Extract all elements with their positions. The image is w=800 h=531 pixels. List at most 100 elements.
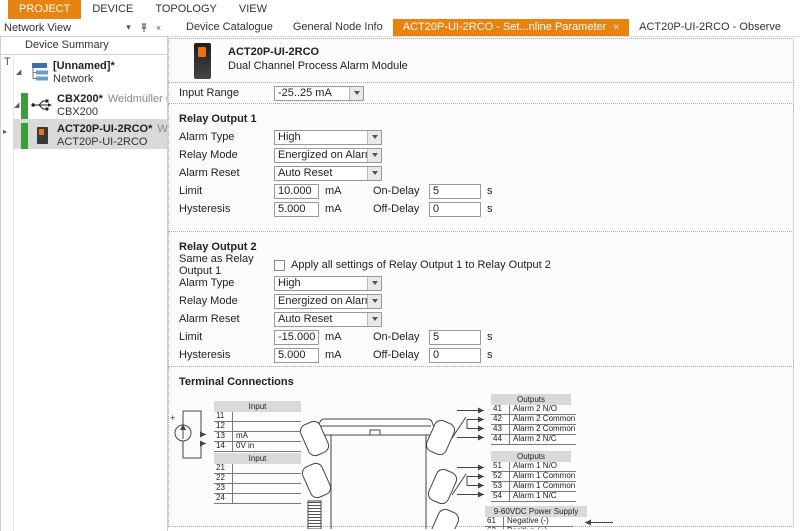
pin-number: 41 xyxy=(491,405,510,414)
status-bar-green xyxy=(21,123,28,149)
select-button[interactable] xyxy=(367,167,381,180)
menu-project[interactable]: PROJECT xyxy=(8,0,81,19)
tab-device-catalogue[interactable]: Device Catalogue xyxy=(176,19,283,36)
relay1-hysteresis-input[interactable] xyxy=(274,202,319,217)
input-table-2: Input 21 22 23 24 xyxy=(214,453,301,504)
menu-view[interactable]: VIEW xyxy=(228,0,278,19)
pin-label xyxy=(233,464,236,473)
tab-close-icon[interactable]: × xyxy=(613,19,619,36)
relay2-off-delay-input[interactable] xyxy=(429,348,481,363)
pin-number: 53 xyxy=(491,482,510,491)
relay-output-2-section: Relay Output 2 Same as Relay Output 1 Ap… xyxy=(168,232,794,367)
outputs-table-alarm1: Outputs 51Alarm 1 N/O 52Alarm 1 Common 5… xyxy=(491,451,576,502)
node-vendor: Weidmüller CBX,... xyxy=(108,93,167,105)
panel-title: Network View xyxy=(0,22,122,34)
pin-label xyxy=(233,412,236,421)
select-button[interactable] xyxy=(349,87,363,100)
device-description: Dual Channel Process Alarm Module xyxy=(228,60,408,72)
pin-label: mA xyxy=(233,432,248,441)
pin-label: Negative (-) xyxy=(504,517,549,526)
tab-online-parameter-active[interactable]: ACT20P-UI-2RCO - Set...nline Parameter × xyxy=(393,19,629,36)
select-button[interactable] xyxy=(367,277,381,290)
pin-number: 23 xyxy=(214,484,233,493)
pin-number: 11 xyxy=(214,412,233,421)
relay1-limit-input[interactable] xyxy=(274,184,319,199)
relay1-alarm-reset-value: Auto Reset xyxy=(275,167,367,180)
relay1-off-delay-unit: s xyxy=(487,203,511,215)
node-subtitle: ACT20P-UI-2RCO xyxy=(57,136,147,148)
table-header: Input xyxy=(214,453,301,464)
relay2-relay-mode-label: Relay Mode xyxy=(179,295,274,307)
network-tree-panel: Device Summary T ▸ ◢ [Unnamed]* Network … xyxy=(0,36,168,531)
relay2-hysteresis-input[interactable] xyxy=(274,348,319,363)
relay2-alarm-type-select[interactable]: High xyxy=(274,276,382,291)
chevron-down-icon xyxy=(354,91,360,95)
device-summary-header: Device Summary xyxy=(1,37,167,55)
table-row: 54Alarm 1 N/C xyxy=(491,492,576,502)
relay1-alarm-reset-label: Alarm Reset xyxy=(179,167,274,179)
table-row: 12 xyxy=(214,422,301,432)
terminal-connections-section: Terminal Connections xyxy=(168,367,794,527)
relay2-alarm-reset-select[interactable]: Auto Reset xyxy=(274,312,382,327)
relay2-on-delay-input[interactable] xyxy=(429,330,481,345)
pin-number: 52 xyxy=(491,472,510,481)
relay2-hysteresis-label: Hysteresis xyxy=(179,349,274,361)
relay2-alarm-reset-value: Auto Reset xyxy=(275,313,367,326)
select-button[interactable] xyxy=(367,313,381,326)
pin-label xyxy=(233,474,236,483)
panel-dropdown-icon[interactable]: ▾ xyxy=(122,21,135,34)
select-button[interactable] xyxy=(367,295,381,308)
outputs-table-alarm2: Outputs 41Alarm 2 N/O 42Alarm 2 Common 4… xyxy=(491,394,576,445)
table-row: 44Alarm 2 N/C xyxy=(491,435,576,445)
relay1-relay-mode-value: Energized on Alarm xyxy=(275,149,367,162)
relay1-limit-label: Limit xyxy=(179,185,274,197)
menu-topology[interactable]: TOPOLOGY xyxy=(144,0,228,19)
parameter-panel: ACT20P-UI-2RCO Dual Channel Process Alar… xyxy=(168,38,794,527)
input-range-select[interactable]: -25..25 mA xyxy=(274,86,364,101)
relay2-relay-mode-select[interactable]: Energized on Alarm xyxy=(274,294,382,309)
relay2-limit-input[interactable] xyxy=(274,330,319,345)
table-row-partial: 62Positive (+) xyxy=(485,527,573,529)
relay1-on-delay-input[interactable] xyxy=(429,184,481,199)
tab-observe[interactable]: ACT20P-UI-2RCO - Observe xyxy=(629,19,791,36)
node-name: ACT20P-UI-2RCO* xyxy=(57,123,152,135)
tab-general-node-info[interactable]: General Node Info xyxy=(283,19,393,36)
relay1-off-delay-input[interactable] xyxy=(429,202,481,217)
network-icon xyxy=(27,60,49,84)
relay2-on-delay-label: On-Delay xyxy=(373,331,429,343)
select-button[interactable] xyxy=(367,131,381,144)
relay1-alarm-type-select[interactable]: High xyxy=(274,130,382,145)
pin-number: 44 xyxy=(491,435,510,444)
pin-label: Alarm 1 N/O xyxy=(510,462,557,471)
tree-node-act20p-selected[interactable]: ACT20P-UI-2RCO*Weid... ACT20P-UI-2RCO xyxy=(13,119,167,149)
relay2-limit-unit: mA xyxy=(325,331,349,343)
relay2-same-as-label: Same as Relay Output 1 xyxy=(179,253,274,277)
chevron-down-icon xyxy=(372,171,378,175)
expander-icon[interactable]: ◢ xyxy=(13,68,27,76)
relay1-on-delay-unit: s xyxy=(487,185,511,197)
tree-node-network[interactable]: ◢ [Unnamed]* Network xyxy=(13,56,167,89)
menu-device[interactable]: DEVICE xyxy=(81,0,144,19)
relay1-hysteresis-unit: mA xyxy=(325,203,349,215)
pin-label: Alarm 2 Common xyxy=(510,425,575,434)
node-subtitle: Network xyxy=(53,73,93,85)
pin-number: 61 xyxy=(485,517,504,526)
tree-node-cbx200[interactable]: ◢ CBX200*Weidmüller CBX,... CBX200 xyxy=(13,89,167,119)
pin-icon[interactable] xyxy=(137,21,150,34)
close-icon[interactable]: × xyxy=(152,21,165,34)
relay1-limit-unit: mA xyxy=(325,185,349,197)
power-supply-table: 9-60VDC Power Supply 61Negative (-) 62Po… xyxy=(485,506,573,529)
select-button[interactable] xyxy=(367,149,381,162)
expander-icon[interactable]: ◢ xyxy=(13,101,21,109)
selected-row-marker-icon: ▸ xyxy=(3,127,7,136)
pin-number: 13 xyxy=(214,432,233,441)
pin-number: 43 xyxy=(491,425,510,434)
relay1-relay-mode-select[interactable]: Energized on Alarm xyxy=(274,148,382,163)
pin-number: 24 xyxy=(214,494,233,503)
relay1-alarm-type-value: High xyxy=(275,131,367,144)
relay1-relay-mode-label: Relay Mode xyxy=(179,149,274,161)
status-bar-green xyxy=(21,93,28,119)
terminal-diagram: + xyxy=(169,393,793,529)
relay1-alarm-reset-select[interactable]: Auto Reset xyxy=(274,166,382,181)
same-as-checkbox[interactable] xyxy=(274,260,285,271)
